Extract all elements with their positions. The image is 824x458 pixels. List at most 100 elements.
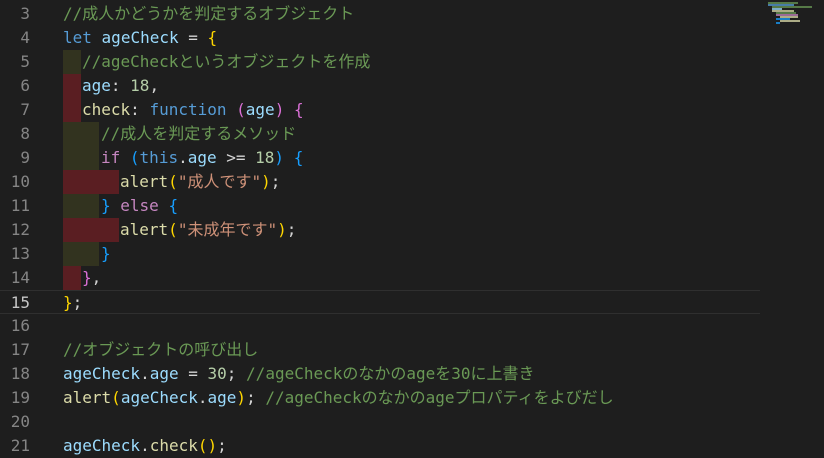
code-line[interactable]: 21 ageCheck.check();	[0, 434, 760, 458]
code-content: //成人かどうかを判定するオブジェクト	[63, 2, 354, 26]
code-line[interactable]: 20	[0, 410, 760, 434]
code-token: .	[140, 436, 150, 455]
code-token: (	[236, 100, 246, 119]
code-token: }	[63, 293, 73, 312]
code-token: ;	[270, 172, 281, 191]
code-token: (	[129, 148, 140, 167]
code-content: check: function (age) {	[82, 98, 304, 122]
code-line[interactable]: 9 if (this.age >= 18) {	[0, 146, 760, 170]
code-token: ageCheck	[101, 28, 179, 47]
code-token: if	[101, 148, 121, 167]
minimap-line	[776, 22, 780, 24]
indent-guide-highlight	[63, 242, 81, 266]
code-line[interactable]: 15};	[0, 290, 760, 314]
code-line[interactable]: 13}	[0, 242, 760, 266]
code-token: .	[140, 364, 150, 383]
indent-guide-highlight	[63, 50, 81, 74]
code-line[interactable]: 11} else {	[0, 194, 760, 218]
minimap[interactable]	[766, 0, 824, 24]
indent-error-highlight	[63, 74, 81, 98]
indent-guide-highlight	[63, 194, 81, 218]
indent-error-highlight	[99, 218, 119, 242]
indent-guide-highlight	[63, 122, 81, 146]
code-token: function	[149, 100, 227, 119]
code-content: //成人を判定するメソッド	[101, 122, 296, 146]
code-content: },	[82, 266, 101, 290]
code-line[interactable]: 17 //オブジェクトの呼び出し	[0, 338, 760, 362]
code-editor[interactable]: 3 //成人かどうかを判定するオブジェクト 4 let ageCheck = {5//…	[0, 0, 824, 455]
line-number: 15	[10, 293, 30, 312]
code-line[interactable]: 10 alert("成人です");	[0, 170, 760, 194]
code-line[interactable]: 4 let ageCheck = {	[0, 26, 760, 50]
code-content: if (this.age >= 18) {	[101, 146, 303, 170]
code-token: "未成年です"	[177, 220, 278, 239]
code-content: alert("未成年です");	[120, 218, 296, 242]
code-token: //ageCheckのなかのageプロパティをよびだし	[265, 388, 614, 407]
code-line[interactable]: 19 alert(ageCheck.age); //ageCheckのなかのage…	[0, 386, 760, 410]
code-content: //ageCheckというオブジェクトを作成	[82, 50, 370, 74]
code-token: alert	[120, 172, 169, 191]
code-token: }	[101, 244, 111, 263]
line-number: 13	[10, 244, 30, 263]
indent-error-highlight	[81, 218, 99, 242]
code-token: )	[207, 436, 218, 455]
code-token: )	[274, 100, 285, 119]
indent-guide-highlight	[63, 146, 81, 170]
line-number: 20	[10, 412, 30, 431]
code-token: =	[178, 28, 208, 47]
code-token: {	[168, 196, 179, 215]
code-token: age	[245, 100, 275, 119]
code-token: check	[149, 436, 198, 455]
code-token: )	[236, 388, 247, 407]
code-token: .	[178, 148, 188, 167]
code-token: this	[139, 148, 179, 167]
code-token: age	[187, 148, 217, 167]
code-line[interactable]: 16	[0, 314, 760, 338]
code-token: ;	[72, 293, 83, 312]
line-number: 6	[20, 76, 30, 95]
code-token: age	[207, 388, 237, 407]
code-line[interactable]: 6 age: 18,	[0, 74, 760, 98]
line-number: 3	[20, 4, 30, 23]
code-token: 30	[207, 364, 227, 383]
minimap-line	[780, 20, 800, 22]
code-content: let ageCheck = {	[63, 26, 217, 50]
code-token: ;	[217, 436, 227, 455]
code-token: //オブジェクトの呼び出し	[63, 340, 259, 359]
code-line[interactable]: 18 ageCheck.age = 30; //ageCheckのなかのageを3…	[0, 362, 760, 386]
code-line[interactable]: 8 //成人を判定するメソッド	[0, 122, 760, 146]
code-token: }	[101, 196, 111, 215]
code-line[interactable]: 3 //成人かどうかを判定するオブジェクト	[0, 2, 760, 26]
code-line[interactable]: 14},	[0, 266, 760, 290]
line-number: 18	[10, 364, 30, 383]
code-token: =	[178, 364, 208, 383]
code-token: )	[261, 172, 271, 191]
code-token: {	[207, 28, 218, 47]
code-token: //成人かどうかを判定するオブジェクト	[63, 4, 355, 23]
code-token: //成人を判定するメソッド	[101, 124, 297, 143]
code-token: else	[120, 196, 159, 215]
code-token: //ageCheckのなかのageを30に上書き	[246, 364, 535, 383]
code-token: 18	[255, 148, 275, 167]
code-content: }	[101, 242, 111, 266]
code-line[interactable]: 5 //ageCheckというオブジェクトを作成	[0, 50, 760, 74]
code-content: //オブジェクトの呼び出し	[63, 338, 258, 362]
indent-error-highlight	[81, 170, 99, 194]
indent-guide-highlight	[81, 242, 99, 266]
line-number: 9	[20, 148, 30, 167]
indent-guide-highlight	[81, 146, 99, 170]
code-token: ,	[91, 268, 102, 287]
code-content: } else {	[101, 194, 178, 218]
code-token: alert	[120, 220, 169, 239]
code-line[interactable]: 12 alert("未成年です");	[0, 218, 760, 242]
code-token: }	[82, 268, 92, 287]
code-token: (	[197, 436, 208, 455]
code-line[interactable]: 7 check: function (age) {	[0, 98, 760, 122]
code-token: "成人です"	[177, 172, 262, 191]
code-content: ageCheck.check();	[63, 434, 227, 458]
code-token: (	[168, 220, 178, 239]
